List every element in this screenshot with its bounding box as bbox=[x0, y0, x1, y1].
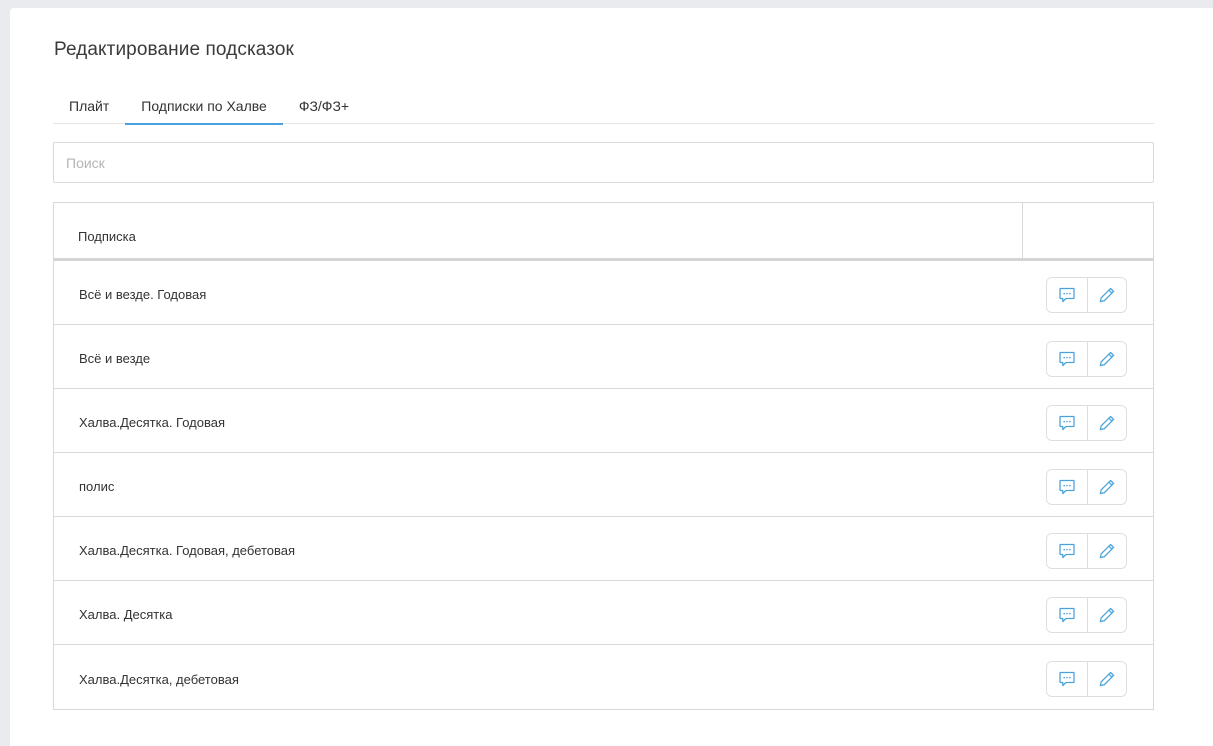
action-button-group bbox=[1046, 661, 1127, 697]
subscription-name: Халва.Десятка. Годовая, дебетовая bbox=[79, 543, 296, 558]
pencil-icon bbox=[1099, 543, 1114, 558]
action-button-group bbox=[1046, 468, 1127, 505]
pencil-icon bbox=[1099, 287, 1114, 302]
column-header-actions bbox=[1023, 203, 1153, 258]
column-header-subscription: Подписка bbox=[54, 203, 1023, 258]
table-body: Всё и везде. Годовая Всё и везде Халва.Д… bbox=[54, 261, 1153, 709]
comment-icon bbox=[1059, 415, 1075, 430]
comment-button[interactable] bbox=[1047, 662, 1087, 696]
comment-button[interactable] bbox=[1047, 341, 1087, 376]
action-button-group bbox=[1046, 532, 1127, 569]
comment-icon bbox=[1059, 351, 1075, 366]
comment-button[interactable] bbox=[1047, 405, 1087, 440]
action-button-group bbox=[1046, 276, 1127, 313]
row-actions bbox=[1023, 273, 1153, 313]
hints-editor-card: Редактирование подсказок Плайт Подписки … bbox=[10, 8, 1213, 746]
tab-halva-subscriptions[interactable]: Подписки по Халве bbox=[125, 92, 283, 125]
subscriptions-table: Подписка Всё и везде. Годовая Всё и везд… bbox=[53, 202, 1154, 710]
pencil-icon bbox=[1099, 671, 1114, 687]
tab-bar: Плайт Подписки по Халве ФЗ/ФЗ+ bbox=[53, 92, 1154, 125]
subscription-name: Халва.Десятка. Годовая bbox=[79, 415, 226, 430]
page-title: Редактирование подсказок bbox=[54, 39, 294, 60]
pencil-icon bbox=[1099, 351, 1114, 366]
row-actions bbox=[1023, 401, 1153, 441]
edit-button[interactable] bbox=[1086, 405, 1126, 440]
edit-button[interactable] bbox=[1086, 597, 1126, 632]
table-header: Подписка bbox=[54, 203, 1153, 261]
edit-button[interactable] bbox=[1086, 277, 1126, 312]
pencil-icon bbox=[1099, 479, 1114, 494]
table-row: полис bbox=[54, 453, 1153, 517]
tab-plait[interactable]: Плайт bbox=[53, 92, 125, 124]
row-actions bbox=[1023, 657, 1153, 697]
table-row: Всё и везде. Годовая bbox=[54, 261, 1153, 325]
edit-button[interactable] bbox=[1086, 533, 1126, 568]
row-actions bbox=[1023, 465, 1153, 505]
subscription-name: Халва.Десятка, дебетовая bbox=[79, 671, 239, 687]
comment-icon bbox=[1059, 543, 1075, 558]
row-actions bbox=[1023, 529, 1153, 569]
edit-button[interactable] bbox=[1086, 662, 1126, 696]
comment-button[interactable] bbox=[1047, 533, 1087, 568]
row-actions bbox=[1023, 337, 1153, 377]
search-input[interactable] bbox=[53, 142, 1154, 183]
comment-icon bbox=[1059, 287, 1075, 302]
subscription-name: полис bbox=[79, 479, 115, 494]
comment-icon bbox=[1059, 671, 1075, 687]
comment-button[interactable] bbox=[1047, 597, 1087, 632]
comment-button[interactable] bbox=[1047, 277, 1087, 312]
edit-button[interactable] bbox=[1086, 341, 1126, 376]
row-actions bbox=[1023, 593, 1153, 633]
subscription-name: Халва. Десятка bbox=[79, 607, 173, 622]
table-row: Халва.Десятка. Годовая bbox=[54, 389, 1153, 453]
table-row: Халва.Десятка, дебетовая bbox=[54, 645, 1153, 709]
pencil-icon bbox=[1099, 415, 1114, 430]
edit-button[interactable] bbox=[1086, 469, 1126, 504]
action-button-group bbox=[1046, 340, 1127, 377]
tab-fz[interactable]: ФЗ/ФЗ+ bbox=[283, 92, 365, 124]
subscription-name: Всё и везде. Годовая bbox=[79, 287, 207, 302]
action-button-group bbox=[1046, 596, 1127, 633]
comment-icon bbox=[1059, 479, 1075, 494]
table-row: Всё и везде bbox=[54, 325, 1153, 389]
comment-icon bbox=[1059, 607, 1075, 622]
comment-button[interactable] bbox=[1047, 469, 1087, 504]
subscription-name: Всё и везде bbox=[79, 351, 151, 366]
table-row: Халва.Десятка. Годовая, дебетовая bbox=[54, 517, 1153, 581]
table-row: Халва. Десятка bbox=[54, 581, 1153, 645]
action-button-group bbox=[1046, 404, 1127, 441]
pencil-icon bbox=[1099, 607, 1114, 622]
